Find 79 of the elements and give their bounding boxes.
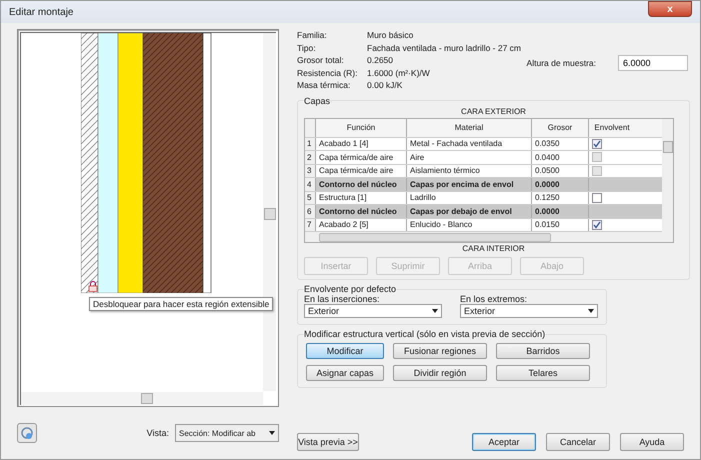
view-label: Vista: [146,428,169,438]
property-label: Resistencia (R): [297,66,358,79]
dialog-button[interactable]: Ayuda [620,433,684,451]
row-number: 4 [305,178,316,190]
table-cell: Ladrillo [407,192,532,204]
property-label: Grosor total: [297,54,345,66]
column-header: Material [407,118,532,136]
column-header: Grosor [532,118,589,136]
field-label: En los extremos: [460,294,528,304]
row-number: 1 [305,138,316,150]
sample-height-label: Altura de muestra: [526,58,596,68]
table-cell: Aire [407,151,532,164]
structure-button[interactable]: Barridos [496,343,590,359]
lock-icon[interactable] [88,281,98,292]
property-value: Fachada ventilada - muro ladrillo - 27 cm [367,42,522,54]
property-value: 1.6000 (m²·K)/W [367,66,430,79]
table-cell: Capas por encima de envol [407,178,532,190]
row-number: 6 [305,205,316,218]
table-cell: Capas por debajo de envol [407,205,532,218]
checkbox[interactable] [592,138,602,149]
dropdown-arrow-icon [432,309,438,313]
preview-button[interactable]: Vista previa >> [297,433,359,451]
property-value: 0.2650 [367,54,393,66]
structure-button[interactable]: Dividir región [393,365,487,381]
sample-height-field[interactable]: 6.0000 [618,55,688,71]
table-cell: 0.0150 [532,218,589,231]
wrapping-dropdown[interactable]: Exterior [304,304,442,318]
dialog-button[interactable]: Cancelar [546,433,610,451]
horizontal-scrollbar[interactable] [21,392,263,405]
structure-button[interactable]: Asignar capas [306,365,384,381]
property-label: Masa térmica: [297,79,352,92]
row-number: 2 [305,151,316,164]
table-vertical-scrollbar[interactable] [662,118,673,242]
dialog-button[interactable]: Aceptar [472,433,536,451]
table-cell: Enlucido - Blanco [407,218,532,231]
view-dropdown[interactable]: Sección: Modificar ab [175,424,279,442]
table-cell: 0.0000 [532,178,589,190]
group-title: Capas [304,96,330,106]
structure-button[interactable]: Modificar [306,343,384,359]
table-cell: 0.0000 [532,205,589,218]
tooltip: Desbloquear para hacer esta región extensible [89,297,274,311]
row-number: 3 [305,164,316,177]
table-cell: Capa térmica/de aire [316,164,407,177]
table-cell: Estructura [1] [316,192,407,204]
table-cell: Contorno del núcleo [316,205,407,218]
exterior-caption: CARA EXTERIOR [460,106,527,116]
interior-caption: CARA INTERIOR [461,244,526,253]
checkbox[interactable] [592,192,602,203]
checkbox[interactable] [592,220,602,230]
table-cell: 0.1250 [532,192,589,204]
table-cell: 0.0350 [532,138,589,150]
group-title: Modificar estructura vertical (sólo en vista previa de sección) [304,329,546,339]
structure-button[interactable]: Fusionar regiones [393,343,487,359]
table-cell: Aislamiento térmico [407,164,532,177]
3d-view-button[interactable] [17,423,37,443]
column-header: Función [316,118,407,136]
table-cell: 0.0500 [532,164,589,177]
3d-view-icon [20,426,34,440]
table-cell: 0.0400 [532,151,589,164]
wrapping-dropdown[interactable]: Exterior [460,304,598,318]
row-number: 7 [305,218,316,231]
group-title: Envolvente por defecto [304,284,396,294]
property-value: Muro básico [367,29,414,42]
property-label: Familia: [297,29,328,42]
dropdown-arrow-icon [588,309,594,313]
table-cell: Acabado 2 [5] [316,218,407,231]
row-number: 5 [305,192,316,204]
property-label: Tipo: [297,42,317,54]
window-title: Editar montaje [9,6,74,18]
field-label: En las inserciones: [304,294,381,304]
column-header: Envolvent [593,122,631,134]
property-value: 0.00 kJ/K [367,79,402,92]
table-cell: Contorno del núcleo [316,178,407,190]
table-cell: Capa térmica/de aire [316,151,407,164]
structure-button[interactable]: Telares [496,365,590,381]
table-cell: Metal - Fachada ventilada [407,138,532,150]
table-cell: Acabado 1 [4] [316,138,407,150]
dropdown-arrow-icon [269,431,275,435]
table-horizontal-scrollbar[interactable] [305,232,662,242]
